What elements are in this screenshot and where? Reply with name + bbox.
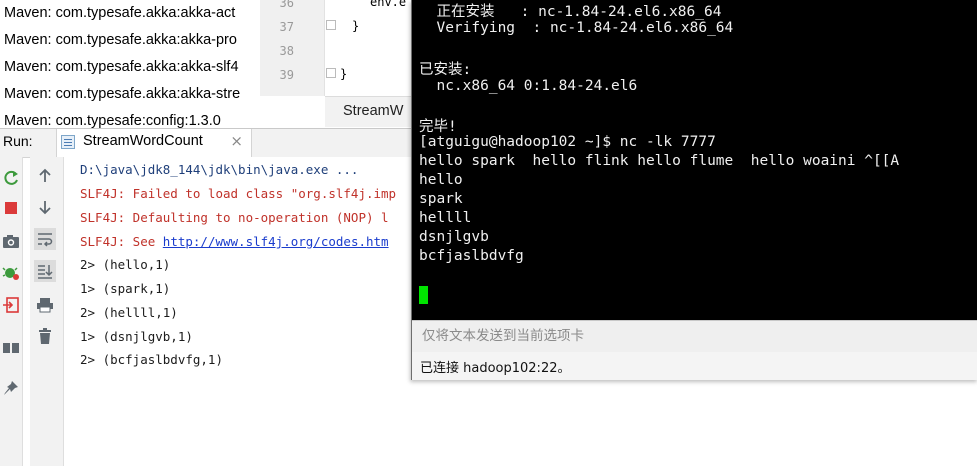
terminal-status-bar: 已连接 hadoop102:22。 [412, 352, 977, 380]
close-icon[interactable]: × [230, 132, 243, 150]
console-command-line: D:\java\jdk8_144\jdk\bin\java.exe ... [80, 162, 359, 177]
console-output-line: 2> (bcfjaslbdvfg,1) [80, 352, 223, 367]
run-label: Run: [3, 133, 33, 149]
terminal-line: dsnjlgvb [419, 229, 489, 245]
editor-tab-bar: StreamW [325, 96, 413, 127]
terminal-line: hello [419, 172, 463, 188]
console-output-line: 2> (hellll,1) [80, 305, 178, 320]
run-config-icon [61, 135, 75, 149]
fold-marker-icon[interactable] [326, 68, 336, 78]
maven-dependency-item[interactable]: Maven: com.typesafe:config:1.3.0 [0, 108, 260, 128]
terminal-line: [atguigu@hadoop102 ~]$ nc -lk 7777 [419, 134, 716, 150]
fold-marker-icon[interactable] [326, 20, 336, 30]
maven-dependency-list: Maven: com.typesafe.akka:akka-act Maven:… [0, 0, 260, 128]
code-line: } [352, 19, 360, 33]
scroll-to-end-icon[interactable] [34, 260, 56, 282]
exit-icon[interactable] [0, 294, 22, 316]
maven-dependency-item[interactable]: Maven: com.typesafe.akka:akka-pro [0, 27, 260, 54]
run-toolbar-left [0, 157, 23, 466]
console-output-line: 2> (hello,1) [80, 257, 171, 272]
code-editor[interactable]: 36 37 38 39 env.e } } [260, 0, 412, 96]
pin-icon[interactable] [0, 377, 22, 399]
maven-dependency-item[interactable]: Maven: com.typesafe.akka:akka-act [0, 0, 260, 27]
rerun-icon[interactable] [0, 167, 22, 189]
editor-tab-streamwordcount[interactable]: StreamW [343, 103, 403, 119]
soft-wrap-icon[interactable] [34, 228, 56, 250]
trash-icon[interactable] [34, 325, 56, 347]
line-number: 36 [279, 0, 294, 10]
console-error-line: SLF4J: See http://www.slf4j.org/codes.ht… [80, 234, 389, 249]
console-error-line: SLF4J: Failed to load class "org.slf4j.i… [80, 186, 397, 201]
arrow-down-icon[interactable] [34, 196, 56, 218]
console-output-line: 1> (spark,1) [80, 281, 171, 296]
console-error-line: SLF4J: Defaulting to no-operation (NOP) … [80, 210, 389, 225]
compose-bar [412, 320, 977, 353]
terminal-line: spark [419, 191, 463, 207]
compose-input[interactable] [418, 325, 976, 347]
run-toolbar-right [30, 157, 64, 466]
layout-icon[interactable] [0, 337, 22, 359]
print-icon[interactable] [34, 294, 56, 316]
terminal-cursor [419, 286, 428, 304]
line-number: 38 [279, 44, 294, 58]
terminal-screen[interactable]: 正在安装 : nc-1.84-24.el6.x86_64 Verifying :… [412, 0, 977, 320]
code-line: } [340, 67, 348, 81]
camera-icon[interactable] [0, 230, 22, 252]
slf4j-codes-link[interactable]: http://www.slf4j.org/codes.htm [163, 234, 389, 249]
terminal-line: Verifying : nc-1.84-24.el6.x86_64 [419, 20, 734, 36]
terminal-line: hellll [419, 210, 472, 226]
run-tab-label: StreamWordCount [83, 133, 203, 149]
terminal-line: hello spark hello flink hello flume hell… [419, 153, 900, 169]
console-error-prefix: SLF4J: See [80, 234, 163, 249]
terminal-line: bcfjaslbdvfg [419, 248, 524, 264]
run-tab-streamwordcount[interactable]: StreamWordCount × [56, 129, 252, 157]
terminal-line: 已安装: [419, 62, 472, 78]
terminal-window: 正在安装 : nc-1.84-24.el6.x86_64 Verifying :… [411, 0, 977, 380]
console-output-line: 1> (dsnjlgvb,1) [80, 329, 193, 344]
code-line: env.e [370, 0, 407, 9]
terminal-line: 正在安装 : nc-1.84-24.el6.x86_64 [419, 4, 722, 20]
line-number: 37 [279, 20, 294, 34]
run-console[interactable]: D:\java\jdk8_144\jdk\bin\java.exe ... SL… [64, 157, 412, 466]
terminal-line: nc.x86_64 0:1.84-24.el6 [419, 78, 638, 94]
arrow-up-icon[interactable] [34, 165, 56, 187]
maven-dependency-item[interactable]: Maven: com.typesafe.akka:akka-slf4 [0, 54, 260, 81]
debug-bug-icon[interactable] [0, 261, 22, 283]
line-number: 39 [279, 68, 294, 82]
connection-status: 已连接 hadoop102:22。 [420, 361, 571, 376]
stop-icon[interactable] [0, 197, 22, 219]
maven-dependency-item[interactable]: Maven: com.typesafe.akka:akka-stre [0, 81, 260, 108]
terminal-line: 完毕! [419, 119, 457, 135]
